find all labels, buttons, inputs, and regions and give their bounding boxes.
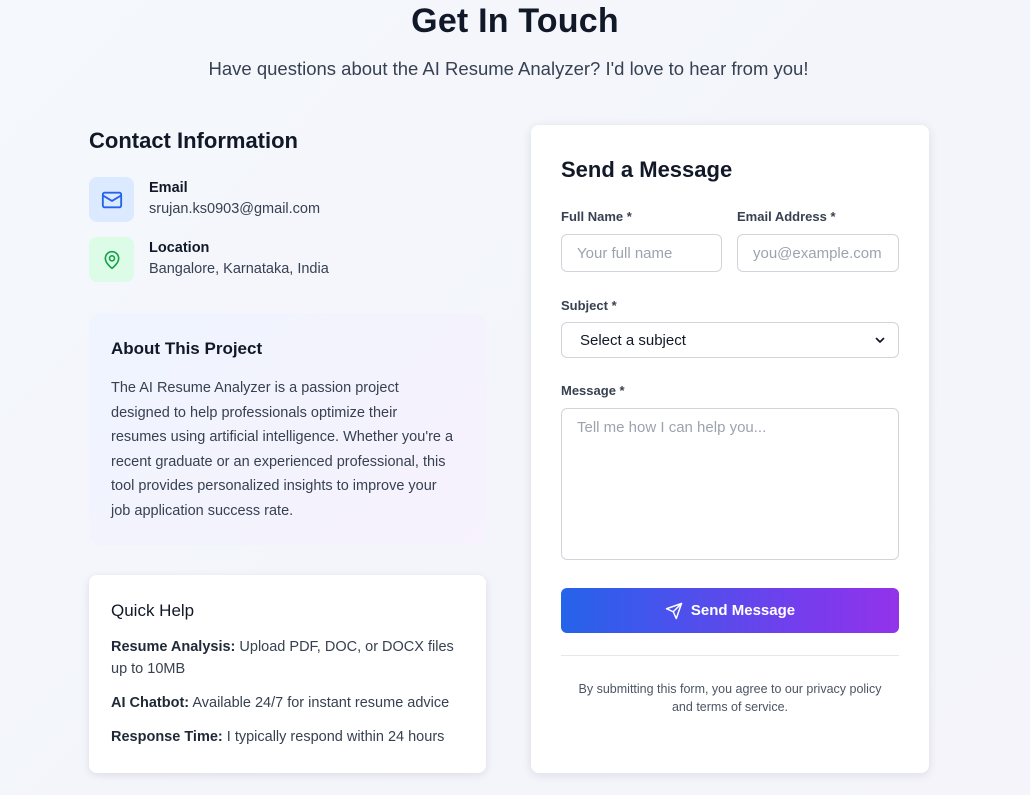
help-item-text: Upload PDF, DOC, or DOCX files bbox=[235, 639, 454, 655]
help-item-text: Available 24/7 for instant resume advice bbox=[189, 695, 450, 711]
contact-email-row: Email srujan.ks0903@gmail.com bbox=[89, 177, 320, 222]
contact-location-row: Location Bangalore, Karnataka, India bbox=[89, 237, 329, 282]
full-name-label: Full Name * bbox=[561, 209, 632, 224]
subject-select[interactable]: Select a subject bbox=[561, 322, 899, 358]
help-item-label: AI Chatbot: bbox=[111, 695, 190, 711]
about-title: About This Project bbox=[111, 339, 263, 358]
help-item-text: I typically respond within 24 hours bbox=[222, 729, 445, 745]
form-disclaimer: By submitting this form, you agree to ou… bbox=[561, 680, 899, 716]
message-textarea[interactable] bbox=[561, 408, 899, 560]
about-line: The AI Resume Analyzer is a passion proj… bbox=[111, 380, 399, 396]
message-label: Message * bbox=[561, 383, 625, 398]
subject-selected-value: Select a subject bbox=[580, 331, 686, 349]
help-item-label: Resume Analysis: bbox=[111, 639, 236, 655]
help-item-resume-analysis: Resume Analysis: Upload PDF, DOC, or DOC… bbox=[111, 636, 464, 680]
about-line: tool provides personalized insights to i… bbox=[111, 478, 437, 495]
chevron-down-icon bbox=[875, 337, 885, 343]
contact-form-card: Send a Message Full Name * Email Address… bbox=[531, 125, 929, 773]
page-title: Get In Touch bbox=[411, 2, 619, 40]
send-message-label: Send Message bbox=[690, 602, 796, 619]
full-name-input[interactable] bbox=[561, 234, 722, 272]
about-project-card: About This Project The AI Resume Analyze… bbox=[89, 313, 486, 545]
help-item-ai-chatbot: AI Chatbot: Available 24/7 for instant r… bbox=[111, 692, 464, 714]
form-divider bbox=[561, 655, 899, 656]
send-message-button[interactable]: Send Message bbox=[561, 588, 899, 633]
location-value: Bangalore, Karnataka, India bbox=[149, 261, 329, 277]
email-address-input[interactable] bbox=[737, 234, 899, 272]
form-title: Send a Message bbox=[561, 157, 733, 182]
email-address-label: Email Address * bbox=[737, 209, 836, 224]
help-item-label: Response Time: bbox=[111, 729, 223, 745]
help-item-response-time: Response Time: I typically respond withi… bbox=[111, 726, 464, 748]
about-line: job application success rate. bbox=[111, 502, 294, 519]
about-description: The AI Resume Analyzer is a passion proj… bbox=[111, 376, 464, 524]
help-item-text: up to 10MB bbox=[111, 661, 186, 677]
location-title: Location bbox=[149, 240, 210, 256]
email-value: srujan.ks0903@gmail.com bbox=[149, 201, 321, 217]
mail-icon bbox=[89, 177, 134, 222]
page-subtitle: Have questions about the AI Resume Analy… bbox=[208, 58, 809, 79]
map-pin-icon bbox=[89, 237, 134, 282]
quick-help-title: Quick Help bbox=[111, 601, 195, 620]
send-icon bbox=[665, 602, 683, 619]
quick-help-card: Quick Help Resume Analysis: Upload PDF, … bbox=[89, 575, 486, 773]
about-line: recent graduate or an experienced profes… bbox=[111, 453, 446, 470]
contact-info-heading: Contact Information bbox=[89, 128, 298, 153]
subject-label: Subject * bbox=[561, 298, 617, 313]
about-line: designed to help professionals optimize … bbox=[111, 404, 398, 421]
disclaimer-line: and terms of service. bbox=[671, 700, 788, 714]
email-title: Email bbox=[149, 180, 188, 196]
about-line: resumes using artificial intelligence. W… bbox=[111, 429, 454, 446]
disclaimer-line: By submitting this form, you agree to ou… bbox=[578, 682, 882, 696]
